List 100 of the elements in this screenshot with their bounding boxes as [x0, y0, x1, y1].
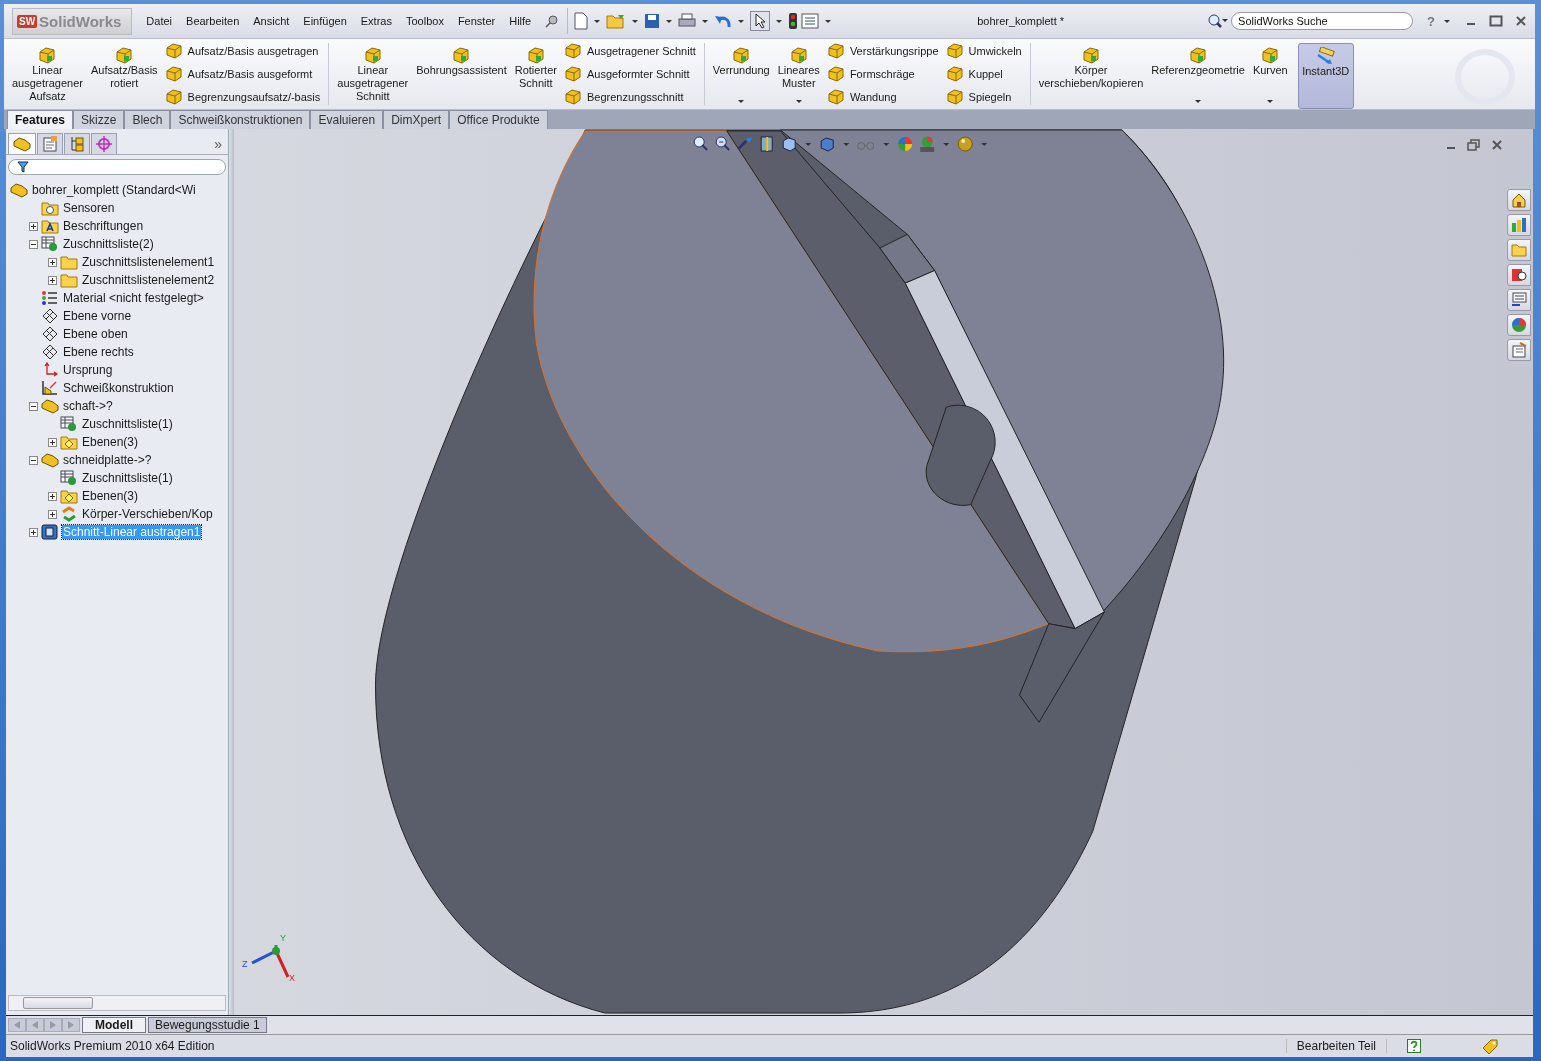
tree-item[interactable]: Zuschnittsliste(1)	[81, 471, 174, 485]
tree-item[interactable]: Schweißkonstruktion	[62, 381, 175, 395]
more-tabs-button[interactable]: »	[214, 135, 226, 152]
feature-tree-icon[interactable]	[8, 133, 36, 154]
dropdown-arrow-icon[interactable]	[738, 19, 745, 23]
sphere-icon[interactable]	[955, 135, 974, 153]
menu-item[interactable]: Bearbeiten	[186, 15, 240, 27]
expand-toggle[interactable]	[28, 221, 38, 231]
tree-item[interactable]: Ebenen(3)	[81, 435, 140, 449]
dropdown-arrow-icon[interactable]	[594, 19, 601, 23]
property-sheet-icon[interactable]	[37, 133, 63, 154]
property-list-icon[interactable]	[1507, 289, 1531, 311]
ribbon-button[interactable]: Verrundung	[708, 43, 774, 105]
menu-item[interactable]: Ansicht	[253, 15, 290, 27]
tree-item[interactable]: Körper-Verschieben/Kop	[81, 507, 214, 521]
ribbon-button[interactable]: Ausgeformter Schnitt	[564, 66, 696, 82]
command-tab[interactable]: Features	[7, 110, 74, 129]
ribbon-button[interactable]: Rotierter Schnitt	[510, 43, 561, 105]
menu-item[interactable]: Fenster	[457, 15, 496, 27]
command-tab[interactable]: Skizze	[73, 110, 125, 129]
ribbon-button[interactable]: Umwickeln	[946, 43, 1022, 59]
model-tab[interactable]: Modell	[82, 1017, 146, 1033]
tree-item[interactable]: Ebene rechts	[62, 345, 135, 359]
dropdown-arrow-icon[interactable]	[666, 19, 673, 23]
new-document-icon[interactable]	[574, 12, 589, 30]
expand-toggle[interactable]	[47, 257, 57, 267]
pin-icon[interactable]	[545, 14, 560, 28]
dropdown-arrow-icon[interactable]	[1267, 100, 1274, 103]
filter-field[interactable]	[8, 159, 226, 175]
tree-item[interactable]: Zuschnittslistenelement2	[81, 273, 216, 287]
model-tab[interactable]: Bewegungsstudie 1	[148, 1017, 267, 1033]
tag-icon[interactable]	[1481, 1038, 1499, 1054]
tree-item[interactable]: Zuschnittslistenelement1	[81, 255, 216, 269]
command-tab[interactable]: Office Produkte	[449, 110, 548, 129]
dropdown-arrow-icon[interactable]	[702, 19, 709, 23]
ribbon-button[interactable]: Körper verschieben/kopieren	[1034, 43, 1148, 105]
printer-icon[interactable]	[678, 13, 697, 29]
tree-item[interactable]: Ebenen(3)	[81, 489, 140, 503]
ribbon-button[interactable]: Kuppel	[946, 66, 1022, 82]
menu-item[interactable]: Datei	[146, 15, 173, 27]
dropdown-arrow-icon[interactable]	[632, 19, 639, 23]
tree-item[interactable]: Zuschnittsliste(1)	[81, 417, 174, 431]
ribbon-button[interactable]: Begrenzungsschnitt	[564, 89, 696, 105]
tree-item[interactable]: Ebene vorne	[62, 309, 133, 323]
undo-icon[interactable]	[714, 13, 733, 29]
help-button[interactable]: ?	[1427, 13, 1435, 29]
home-icon[interactable]	[1507, 189, 1531, 211]
expand-toggle[interactable]	[47, 275, 57, 285]
maximize-icon[interactable]	[1489, 15, 1503, 27]
ribbon-button[interactable]: Kurven	[1248, 43, 1292, 105]
menu-item[interactable]: Einfügen	[303, 15, 347, 27]
dropdown-arrow-icon[interactable]	[795, 100, 802, 103]
close-icon[interactable]	[1491, 139, 1503, 151]
tree-item[interactable]: Zuschnittsliste(2)	[62, 237, 155, 251]
zoom-fit-icon[interactable]	[691, 135, 710, 153]
ribbon-button[interactable]: Aufsatz/Basis rotiert	[86, 43, 162, 105]
ribbon-button[interactable]: Linear ausgetragener Schnitt	[333, 43, 413, 105]
menu-item[interactable]: Toolbox	[405, 15, 444, 27]
save-icon[interactable]	[644, 13, 661, 29]
ribbon-button[interactable]: Linear ausgetragener Aufsatz	[8, 43, 87, 105]
tree-item[interactable]: Material <nicht festgelegt>	[62, 291, 205, 305]
tree-item[interactable]: Beschriftungen	[62, 219, 145, 233]
expand-toggle[interactable]	[28, 455, 38, 465]
dropdown-arrow-icon[interactable]	[825, 19, 832, 23]
search-field[interactable]: SolidWorks Suche	[1231, 12, 1414, 30]
ribbon-button[interactable]: Verstärkungsrippe	[827, 43, 939, 59]
ribbon-button[interactable]: Formschräge	[827, 66, 939, 82]
tree-item[interactable]: schaft->?	[62, 399, 114, 413]
ribbon-button[interactable]: Begrenzungsaufsatz/-basis	[165, 89, 321, 105]
tree-item[interactable]: schneidplatte->?	[62, 453, 153, 467]
appearance-sphere-icon[interactable]	[895, 135, 914, 153]
command-tab[interactable]: DimXpert	[383, 110, 450, 129]
ribbon-button[interactable]: Lineares Muster	[773, 43, 824, 105]
tree-item[interactable]: Ursprung	[62, 363, 114, 377]
expand-toggle[interactable]	[28, 401, 38, 411]
open-folder-icon[interactable]	[606, 13, 627, 29]
expand-toggle[interactable]	[28, 527, 38, 537]
ribbon-button[interactable]: Aufsatz/Basis ausgeformt	[165, 66, 321, 82]
menu-item[interactable]: Extras	[360, 15, 392, 27]
zoom-area-icon[interactable]	[713, 135, 732, 153]
configuration-icon[interactable]	[64, 133, 90, 154]
command-tab[interactable]: Evaluieren	[310, 110, 384, 129]
expand-toggle[interactable]	[28, 239, 38, 249]
crosshair-icon[interactable]	[91, 133, 117, 154]
command-tab[interactable]: Blech	[124, 110, 171, 129]
menu-item[interactable]: Hilfe	[509, 15, 532, 27]
close-icon[interactable]	[1515, 15, 1527, 27]
help-icon[interactable]	[1407, 1039, 1421, 1053]
design-library-icon[interactable]	[1507, 214, 1531, 236]
search-result-icon[interactable]	[1507, 264, 1531, 286]
dropdown-arrow-icon[interactable]	[1195, 100, 1202, 103]
ribbon-button[interactable]: Spiegeln	[946, 89, 1022, 105]
ribbon-button[interactable]: Aufsatz/Basis ausgetragen	[165, 43, 321, 59]
expand-toggle[interactable]	[47, 491, 57, 501]
tree-item[interactable]: Sensoren	[62, 201, 116, 215]
panel-splitter-handle[interactable]	[229, 129, 234, 1015]
tree-item[interactable]: bohrer_komplett (Standard<Wi	[31, 183, 197, 197]
select-tool-button[interactable]	[750, 11, 771, 31]
ribbon-button[interactable]: Referenzgeometrie	[1147, 43, 1249, 105]
ribbon-button[interactable]: Ausgetragener Schnitt	[564, 43, 696, 59]
